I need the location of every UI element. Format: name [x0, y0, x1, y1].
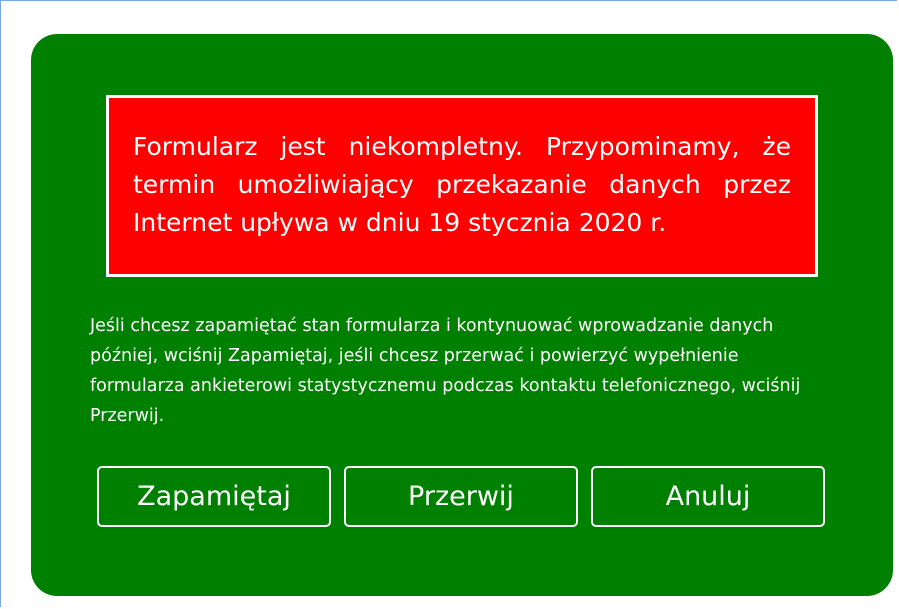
interrupt-button[interactable]: Przerwij — [344, 466, 578, 527]
incomplete-form-alert: Formularz jest niekompletny. Przypominam… — [106, 95, 818, 277]
dialog-instructions: Jeśli chcesz zapamiętać stan formularza … — [90, 316, 801, 426]
cancel-button[interactable]: Anuluj — [591, 466, 825, 527]
incomplete-form-dialog: Formularz jest niekompletny. Przypominam… — [31, 34, 893, 596]
save-button[interactable]: Zapamiętaj — [97, 466, 331, 527]
alert-text: Formularz jest niekompletny. Przypominam… — [133, 132, 791, 237]
